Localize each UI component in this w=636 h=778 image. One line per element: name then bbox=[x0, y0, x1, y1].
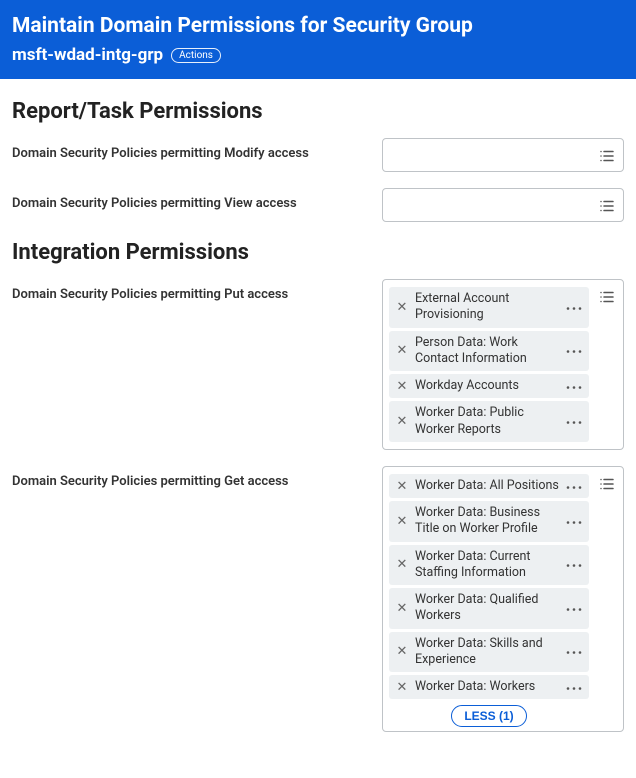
remove-icon[interactable]: ✕ bbox=[393, 645, 411, 658]
page-title: Maintain Domain Permissions for Security… bbox=[12, 14, 624, 39]
chip-label: Worker Data: Public Worker Reports bbox=[411, 405, 563, 438]
chip: ✕Worker Data: Skills and Experience bbox=[389, 632, 589, 673]
content: Report/Task Permissions Domain Security … bbox=[0, 79, 636, 778]
chip-label: Person Data: Work Contact Information bbox=[411, 335, 563, 368]
chip: ✕Worker Data: Qualified Workers bbox=[389, 588, 589, 629]
more-icon[interactable] bbox=[563, 379, 585, 394]
section-title-integration: Integration Permissions bbox=[12, 240, 624, 265]
remove-icon[interactable]: ✕ bbox=[393, 515, 411, 528]
remove-icon[interactable]: ✕ bbox=[393, 480, 411, 493]
chip: ✕Worker Data: All Positions bbox=[389, 474, 589, 498]
chip: ✕Workday Accounts bbox=[389, 374, 589, 398]
chip: ✕External Account Provisioning bbox=[389, 287, 589, 328]
remove-icon[interactable]: ✕ bbox=[393, 344, 411, 357]
picker-view[interactable] bbox=[382, 188, 624, 222]
chip-label: Worker Data: Business Title on Worker Pr… bbox=[411, 505, 563, 538]
more-icon[interactable] bbox=[563, 680, 585, 695]
remove-icon[interactable]: ✕ bbox=[393, 415, 411, 428]
picker-put[interactable]: ✕External Account Provisioning✕Person Da… bbox=[382, 279, 624, 450]
section-title-report-task: Report/Task Permissions bbox=[12, 99, 624, 124]
list-icon[interactable] bbox=[597, 147, 617, 165]
chip-label: Worker Data: Skills and Experience bbox=[411, 636, 563, 669]
less-button[interactable]: LESS (1) bbox=[451, 705, 526, 727]
chip-label: Worker Data: All Positions bbox=[411, 478, 563, 494]
remove-icon[interactable]: ✕ bbox=[393, 380, 411, 393]
chip-label: Worker Data: Workers bbox=[411, 679, 563, 695]
remove-icon[interactable]: ✕ bbox=[393, 602, 411, 615]
remove-icon[interactable]: ✕ bbox=[393, 681, 411, 694]
list-icon[interactable] bbox=[597, 475, 617, 493]
more-icon[interactable] bbox=[563, 479, 585, 494]
chip: ✕Person Data: Work Contact Information bbox=[389, 331, 589, 372]
more-icon[interactable] bbox=[563, 343, 585, 358]
picker-get[interactable]: ✕Worker Data: All Positions✕Worker Data:… bbox=[382, 466, 624, 733]
field-view-access: Domain Security Policies permitting View… bbox=[12, 188, 624, 222]
field-put-access: Domain Security Policies permitting Put … bbox=[12, 279, 624, 450]
chip: ✕Worker Data: Current Staffing Informati… bbox=[389, 545, 589, 586]
chip: ✕Worker Data: Public Worker Reports bbox=[389, 401, 589, 442]
less-row: LESS (1) bbox=[389, 705, 589, 727]
group-name: msft-wdad-intg-grp bbox=[12, 45, 163, 65]
remove-icon[interactable]: ✕ bbox=[393, 301, 411, 314]
chip-label: Worker Data: Current Staffing Informatio… bbox=[411, 549, 563, 582]
more-icon[interactable] bbox=[563, 601, 585, 616]
chip: ✕Worker Data: Workers bbox=[389, 675, 589, 699]
more-icon[interactable] bbox=[563, 644, 585, 659]
list-icon[interactable] bbox=[597, 197, 617, 215]
field-modify-access: Domain Security Policies permitting Modi… bbox=[12, 138, 624, 172]
chip-label: Workday Accounts bbox=[411, 378, 563, 394]
remove-icon[interactable]: ✕ bbox=[393, 558, 411, 571]
page-header: Maintain Domain Permissions for Security… bbox=[0, 0, 636, 79]
chip-label: Worker Data: Qualified Workers bbox=[411, 592, 563, 625]
more-icon[interactable] bbox=[563, 414, 585, 429]
field-get-access: Domain Security Policies permitting Get … bbox=[12, 466, 624, 733]
field-label-view: Domain Security Policies permitting View… bbox=[12, 188, 372, 211]
picker-modify[interactable] bbox=[382, 138, 624, 172]
field-label-get: Domain Security Policies permitting Get … bbox=[12, 466, 372, 489]
more-icon[interactable] bbox=[563, 557, 585, 572]
subtitle-row: msft-wdad-intg-grp Actions bbox=[12, 45, 624, 65]
field-label-put: Domain Security Policies permitting Put … bbox=[12, 279, 372, 302]
chip: ✕Worker Data: Business Title on Worker P… bbox=[389, 501, 589, 542]
list-icon[interactable] bbox=[597, 288, 617, 306]
chip-label: External Account Provisioning bbox=[411, 291, 563, 324]
more-icon[interactable] bbox=[563, 514, 585, 529]
actions-button[interactable]: Actions bbox=[171, 48, 221, 63]
more-icon[interactable] bbox=[563, 300, 585, 315]
field-label-modify: Domain Security Policies permitting Modi… bbox=[12, 138, 372, 161]
